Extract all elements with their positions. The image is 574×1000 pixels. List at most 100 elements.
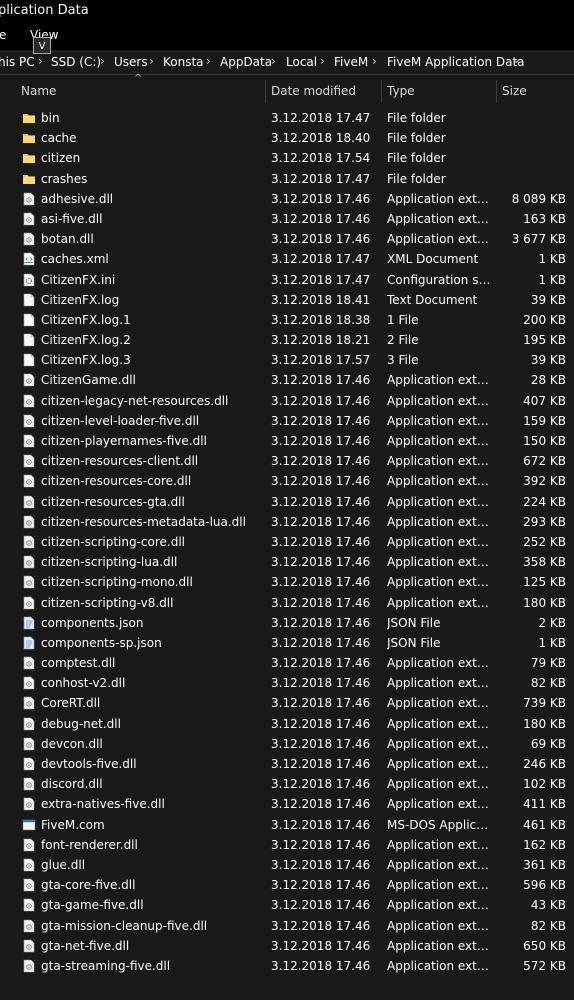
file-row[interactable]: CoreRT.dll 3.12.2018 17.46 Application ext… [0,693,574,713]
file-row[interactable]: devcon.dll 3.12.2018 17.46 Application ext… [0,734,574,754]
xml-icon [22,252,36,266]
file-row[interactable]: font-renderer.dll 3.12.2018 17.46 Applicat… [0,835,574,855]
file-row[interactable]: CitizenGame.dll 3.12.2018 17.46 Applicatio… [0,370,574,390]
file-size: 293 KB [523,514,566,529]
breadcrumb-users[interactable]: Users [114,55,148,69]
file-row[interactable]: citizen-scripting-core.dll 3.12.2018 17.4… [0,532,574,552]
file-row[interactable]: comptest.dll 3.12.2018 17.46 Application e… [0,653,574,673]
column-header-size[interactable]: Size [502,80,527,103]
file-row[interactable]: gta-core-five.dll 3.12.2018 17.46 Applicat… [0,875,574,895]
column-header-name[interactable]: Name [21,80,56,103]
file-size: 246 KB [523,757,566,771]
file-date-modified: 3.12.2018 17.46 [271,777,371,792]
file-size: 358 KB [523,555,566,570]
file-row[interactable]: asi-five.dll 3.12.2018 17.46 Application e… [0,209,574,229]
file-row[interactable]: FiveM.com 3.12.2018 17.46 MS-DOS Applicati… [0,815,574,835]
file-row[interactable]: citizen-level-loader-five.dll 3.12.2018 1… [0,411,574,431]
column-header-type[interactable]: Type [387,80,415,103]
file-name: crashes [41,171,88,186]
file-row[interactable]: citizen-resources-gta.dll 3.12.2018 17.46… [0,492,574,512]
file-row[interactable]: CitizenFX.log.3 3.12.2018 17.57 3 File 39 K… [0,350,574,370]
file-row[interactable]: cache 3.12.2018 18.40 File folder [0,128,574,148]
breadcrumb-fivem[interactable]: FiveM [334,55,368,69]
file-date-modified: 3.12.2018 17.47 [271,111,371,125]
file-row[interactable]: CitizenFX.log.2 3.12.2018 18.21 2 File 195 … [0,330,574,350]
file-row[interactable]: components-sp.json 3.12.2018 17.46 JSON Fi… [0,633,574,653]
file-name: comptest.dll [41,656,116,671]
file-row[interactable]: CitizenFX.log 3.12.2018 18.41 Text Documen… [0,290,574,310]
column-header-date[interactable]: Date modified [271,80,356,103]
file-row[interactable]: discord.dll 3.12.2018 17.46 Application ex… [0,774,574,794]
file-row[interactable]: citizen 3.12.2018 17.54 File folder [0,148,574,168]
column-divider[interactable] [381,80,382,103]
file-row[interactable]: gta-game-five.dll 3.12.2018 17.46 Applicat… [0,895,574,915]
file-date-modified: 3.12.2018 17.46 [271,232,371,247]
file-type: Application extens... [387,232,492,247]
file-name: conhost-v2.dll [41,676,126,691]
file-row[interactable]: citizen-legacy-net-resources.dll 3.12.201… [0,391,574,411]
dll-icon [22,373,36,387]
dll-icon [22,757,36,771]
file-date-modified: 3.12.2018 17.46 [271,736,371,751]
file-date-modified: 3.12.2018 17.46 [271,373,371,388]
file-row[interactable]: devtools-five.dll 3.12.2018 17.46 Applicat… [0,754,574,774]
file-row[interactable]: citizen-resources-metadata-lua.dll 3.12.2… [0,512,574,532]
file-row[interactable]: gta-mission-cleanup-five.dll 3.12.2018 17… [0,916,574,936]
file-row[interactable]: caches.xml 3.12.2018 17.47 XML Document 1 K… [0,249,574,269]
column-divider[interactable] [496,80,497,103]
file-row[interactable]: crashes 3.12.2018 17.47 File folder [0,169,574,189]
file-type: Application extens... [387,918,492,933]
file-row[interactable]: adhesive.dll 3.12.2018 17.46 Application e… [0,189,574,209]
file-row[interactable]: citizen-scripting-lua.dll 3.12.2018 17.46… [0,552,574,572]
file-size: 224 KB [523,494,566,509]
file-date-modified: 3.12.2018 18.38 [271,312,371,327]
column-divider[interactable] [265,80,266,103]
file-row[interactable]: gta-streaming-five.dll 3.12.2018 17.46 App… [0,956,574,976]
file-row[interactable]: CitizenFX.log.1 3.12.2018 18.38 1 File 200 … [0,310,574,330]
file-type: File folder [387,151,446,166]
file-size: 39 KB [530,292,566,307]
file-row[interactable]: citizen-scripting-mono.dll 3.12.2018 17.4… [0,572,574,592]
file-row[interactable]: citizen-resources-core.dll 3.12.2018 17.4… [0,471,574,491]
address-bar[interactable]: his PC › SSD (C:) › Users › Konsta › App… [0,51,574,75]
file-size: 411 KB [523,797,566,812]
file-row[interactable]: conhost-v2.dll 3.12.2018 17.46 Application… [0,673,574,693]
file-row[interactable]: debug-net.dll 3.12.2018 17.46 Application … [0,714,574,734]
breadcrumb-this-pc[interactable]: his PC [0,55,35,69]
file-date-modified: 3.12.2018 17.46 [271,757,371,771]
file-date-modified: 3.12.2018 17.46 [271,474,371,489]
file-row[interactable]: citizen-scripting-v8.dll 3.12.2018 17.46 A… [0,593,574,613]
file-row[interactable]: glue.dll 3.12.2018 17.46 Application exten… [0,855,574,875]
file-row[interactable]: gta-net-five.dll 3.12.2018 17.46 Applicati… [0,936,574,956]
breadcrumb-separator[interactable]: › [372,54,377,68]
file-row[interactable]: citizen-playernames-five.dll 3.12.2018 17… [0,431,574,451]
breadcrumb-ssd[interactable]: SSD (C:) [51,55,101,69]
breadcrumb-separator[interactable]: › [271,54,276,68]
breadcrumb-separator[interactable]: › [149,54,154,68]
breadcrumb-separator[interactable]: › [206,54,211,68]
file-date-modified: 3.12.2018 17.47 [271,171,371,186]
file-name: citizen-level-loader-five.dll [41,413,200,428]
breadcrumb-separator[interactable]: › [38,54,43,68]
file-type: Configuration sett... [387,272,492,287]
file-row[interactable]: components.json 3.12.2018 17.46 JSON File 2… [0,613,574,633]
ribbon-tab-partial[interactable]: e [0,28,6,42]
breadcrumb-separator[interactable]: › [320,54,325,68]
file-row[interactable]: bin 3.12.2018 17.47 File folder [0,108,574,128]
breadcrumb-appdata[interactable]: AppData [220,55,272,69]
breadcrumb-separator[interactable]: › [100,54,105,68]
file-name: citizen-scripting-lua.dll [41,555,178,570]
breadcrumb-fivem-application-data[interactable]: FiveM Application Data [387,55,525,69]
breadcrumb-local[interactable]: Local [286,55,317,69]
file-type: 2 File [387,333,419,348]
file-name: adhesive.dll [41,191,114,206]
file-row[interactable]: citizen-resources-client.dll 3.12.2018 17… [0,451,574,471]
file-row[interactable]: botan.dll 3.12.2018 17.46 Application exte… [0,229,574,249]
file-row[interactable]: CitizenFX.ini 3.12.2018 17.47 Configuratio… [0,270,574,290]
breadcrumb-konsta[interactable]: Konsta [163,55,204,69]
file-date-modified: 3.12.2018 17.46 [271,958,371,973]
address-dropdown-icon[interactable]: ⌄ [511,52,521,66]
dll-icon [22,898,36,912]
file-date-modified: 3.12.2018 17.46 [271,615,371,630]
file-row[interactable]: extra-natives-five.dll 3.12.2018 17.46 App… [0,794,574,814]
